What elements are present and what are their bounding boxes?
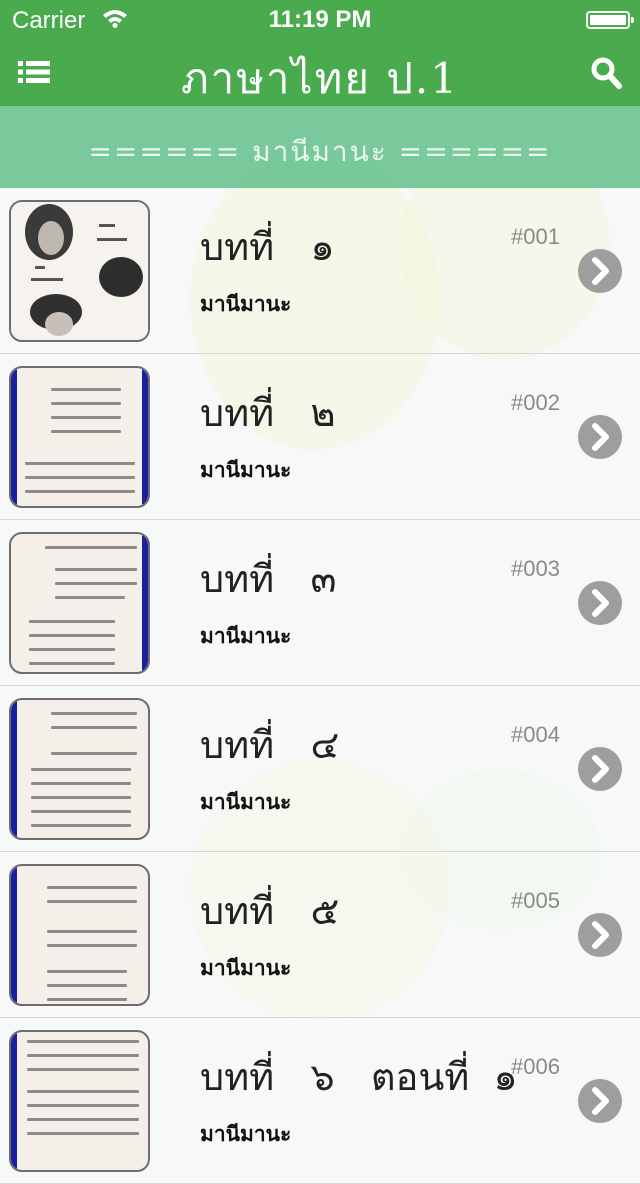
page-edge: [142, 368, 148, 506]
chevron-right-icon[interactable]: [578, 747, 622, 791]
nav-bar: ภาษาไทย ป.1: [0, 40, 640, 106]
lesson-row[interactable]: บทที่ ๑ มานีมานะ #001: [0, 188, 640, 354]
lesson-subtitle: มานีมานะ: [200, 458, 292, 482]
lesson-thumbnail: [9, 1030, 150, 1172]
page-edge: [11, 368, 17, 506]
sketch-illustration: [11, 202, 148, 340]
lesson-number: #001: [511, 224, 560, 249]
lesson-thumbnail: [9, 200, 150, 342]
lesson-title: บทที่ ๑: [200, 225, 335, 269]
lesson-thumbnail: [9, 698, 150, 840]
lesson-thumbnail: [9, 532, 150, 674]
lesson-title: บทที่ ๖ ตอนที่ ๑: [200, 1055, 518, 1099]
page-edge: [11, 866, 17, 1004]
page-edge: [11, 700, 17, 838]
lesson-subtitle: มานีมานะ: [200, 956, 292, 980]
chevron-right-icon[interactable]: [578, 415, 622, 459]
lesson-title: บทที่ ๒: [200, 391, 336, 435]
lesson-row[interactable]: บทที่ ๖ ตอนที่ ๑ มานีมานะ #006: [0, 1018, 640, 1184]
page-edge: [142, 534, 148, 672]
lesson-row[interactable]: บทที่ ๒ มานีมานะ #002: [0, 354, 640, 520]
section-header: ====== มานีมานะ ======: [0, 106, 640, 188]
clock: 11:19 PM: [268, 6, 372, 33]
lesson-number: #005: [511, 888, 560, 913]
lesson-row[interactable]: บทที่ ๕ มานีมานะ #005: [0, 852, 640, 1018]
lesson-title: บทที่ ๔: [200, 723, 340, 767]
lesson-row[interactable]: บทที่ ๓ มานีมานะ #003: [0, 520, 640, 686]
lesson-number: #004: [511, 722, 560, 747]
lesson-subtitle: มานีมานะ: [200, 292, 292, 316]
page-edge: [11, 1032, 17, 1170]
lesson-row[interactable]: บทที่ ๔ มานีมานะ #004: [0, 686, 640, 852]
lesson-number: #002: [511, 390, 560, 415]
lesson-list: บทที่ ๑ มานีมานะ #001 บทที่ ๒ มานีมานะ #…: [0, 188, 640, 1184]
chevron-right-icon[interactable]: [578, 1079, 622, 1123]
lesson-subtitle: มานีมานะ: [200, 790, 292, 814]
lesson-thumbnail: [9, 864, 150, 1006]
chevron-right-icon[interactable]: [578, 581, 622, 625]
lesson-number: #006: [511, 1054, 560, 1079]
lesson-subtitle: มานีมานะ: [200, 1122, 292, 1146]
lesson-title: บทที่ ๕: [200, 889, 340, 933]
status-bar: Carrier 11:19 PM: [0, 0, 640, 40]
section-title: ====== มานีมานะ ======: [88, 135, 552, 168]
lesson-number: #003: [511, 556, 560, 581]
lesson-thumbnail: [9, 366, 150, 508]
search-icon[interactable]: [590, 56, 622, 90]
chevron-right-icon[interactable]: [578, 913, 622, 957]
page-title: ภาษาไทย ป.1: [180, 54, 460, 103]
battery-icon: [586, 11, 634, 29]
lesson-title: บทที่ ๓: [200, 557, 337, 601]
lesson-subtitle: มานีมานะ: [200, 624, 292, 648]
chevron-right-icon[interactable]: [578, 249, 622, 293]
